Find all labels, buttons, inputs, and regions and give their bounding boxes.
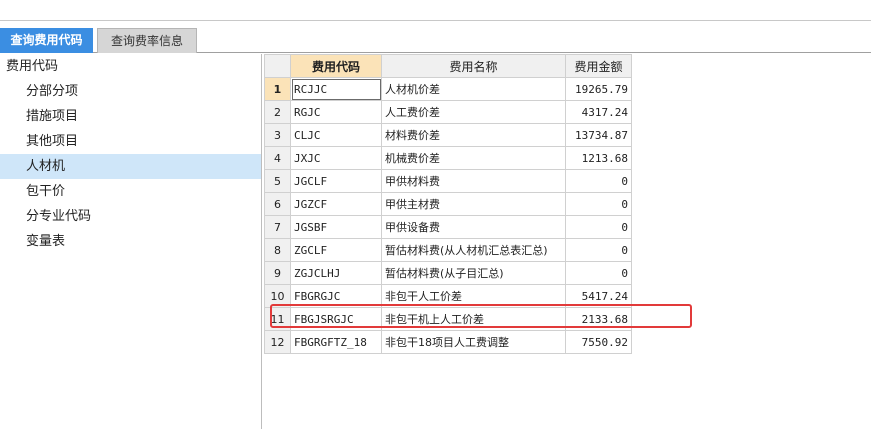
cell-amount[interactable]: 0 — [565, 238, 632, 262]
cell-code[interactable]: CLJC — [290, 123, 382, 147]
row-number: 6 — [264, 192, 291, 216]
table-row[interactable]: 9 ZGJCLHJ 暂估材料费(从子目汇总) 0 — [264, 261, 632, 285]
cell-code[interactable]: JGZCF — [290, 192, 382, 216]
cell-name[interactable]: 机械费价差 — [381, 146, 566, 170]
tree-item-lump-sum-price[interactable]: 包干价 — [0, 179, 261, 204]
table-row[interactable]: 5 JGCLF 甲供材料费 0 — [264, 169, 632, 193]
cell-amount[interactable]: 0 — [565, 192, 632, 216]
cell-code[interactable]: RGJC — [290, 100, 382, 124]
cell-amount[interactable]: 0 — [565, 169, 632, 193]
table-row[interactable]: 1 RCJJC 人材机价差 19265.79 — [264, 77, 632, 101]
tree-item-labor-material-machine[interactable]: 人材机 — [0, 154, 261, 179]
table-row[interactable]: 6 JGZCF 甲供主材费 0 — [264, 192, 632, 216]
cell-amount[interactable]: 2133.68 — [565, 307, 632, 331]
row-number: 3 — [264, 123, 291, 147]
cell-name[interactable]: 人工费价差 — [381, 100, 566, 124]
row-number: 2 — [264, 100, 291, 124]
cell-name[interactable]: 人材机价差 — [381, 77, 566, 101]
tab-query-rate-info[interactable]: 查询费率信息 — [97, 28, 197, 53]
table-row[interactable]: 7 JGSBF 甲供设备费 0 — [264, 215, 632, 239]
tree-item-specialty-code[interactable]: 分专业代码 — [0, 204, 261, 229]
cell-code[interactable]: FBGRGJC — [290, 284, 382, 308]
cell-amount[interactable]: 1213.68 — [565, 146, 632, 170]
cell-code[interactable]: JGSBF — [290, 215, 382, 239]
cell-code[interactable]: FBGJSRGJC — [290, 307, 382, 331]
table-row-highlighted[interactable]: 11 FBGJSRGJC 非包干机上人工价差 2133.68 — [264, 307, 632, 331]
tree-item-variable-table[interactable]: 变量表 — [0, 229, 261, 254]
cell-name[interactable]: 非包干18项目人工费调整 — [381, 330, 566, 354]
row-number: 1 — [264, 77, 291, 101]
row-number: 4 — [264, 146, 291, 170]
grid-header-row: 费用代码 费用名称 费用金额 — [264, 54, 632, 78]
cell-name[interactable]: 非包干人工价差 — [381, 284, 566, 308]
tab-bar: 查询费用代码 查询费率信息 — [0, 27, 871, 53]
cell-amount[interactable]: 13734.87 — [565, 123, 632, 147]
table-row[interactable]: 3 CLJC 材料费价差 13734.87 — [264, 123, 632, 147]
cell-code[interactable]: RCJJC — [290, 77, 382, 101]
cell-amount[interactable]: 4317.24 — [565, 100, 632, 124]
cell-name[interactable]: 甲供设备费 — [381, 215, 566, 239]
row-number: 8 — [264, 238, 291, 262]
cell-code[interactable]: FBGRGFTZ_18 — [290, 330, 382, 354]
fee-code-tree: 费用代码 分部分项 措施项目 其他项目 人材机 包干价 分专业代码 变量表 — [0, 54, 262, 429]
cell-amount[interactable]: 19265.79 — [565, 77, 632, 101]
cell-amount[interactable]: 0 — [565, 261, 632, 285]
cell-code[interactable]: JXJC — [290, 146, 382, 170]
table-row[interactable]: 2 RGJC 人工费价差 4317.24 — [264, 100, 632, 124]
cell-name[interactable]: 甲供主材费 — [381, 192, 566, 216]
cell-name[interactable]: 甲供材料费 — [381, 169, 566, 193]
row-number: 11 — [264, 307, 291, 331]
cell-name[interactable]: 暂估材料费(从子目汇总) — [381, 261, 566, 285]
cell-name[interactable]: 非包干机上人工价差 — [381, 307, 566, 331]
table-row[interactable]: 4 JXJC 机械费价差 1213.68 — [264, 146, 632, 170]
top-strip — [0, 0, 871, 21]
header-fee-code[interactable]: 费用代码 — [290, 54, 382, 78]
tab-query-fee-code[interactable]: 查询费用代码 — [0, 28, 93, 53]
cell-amount[interactable]: 0 — [565, 215, 632, 239]
tree-root-fee-code[interactable]: 费用代码 — [0, 54, 261, 79]
cell-amount[interactable]: 7550.92 — [565, 330, 632, 354]
header-fee-amount[interactable]: 费用金额 — [565, 54, 632, 78]
tree-item-measures[interactable]: 措施项目 — [0, 104, 261, 129]
cell-code[interactable]: ZGJCLHJ — [290, 261, 382, 285]
cell-code[interactable]: ZGCLF — [290, 238, 382, 262]
row-number: 10 — [264, 284, 291, 308]
row-number: 9 — [264, 261, 291, 285]
row-number: 7 — [264, 215, 291, 239]
header-row-number[interactable] — [264, 54, 291, 78]
row-number: 12 — [264, 330, 291, 354]
table-row[interactable]: 12 FBGRGFTZ_18 非包干18项目人工费调整 7550.92 — [264, 330, 632, 354]
cell-name[interactable]: 暂估材料费(从人材机汇总表汇总) — [381, 238, 566, 262]
row-number: 5 — [264, 169, 291, 193]
header-fee-name[interactable]: 费用名称 — [381, 54, 566, 78]
table-row[interactable]: 10 FBGRGJC 非包干人工价差 5417.24 — [264, 284, 632, 308]
table-row[interactable]: 8 ZGCLF 暂估材料费(从人材机汇总表汇总) 0 — [264, 238, 632, 262]
fee-code-grid: 费用代码 费用名称 费用金额 1 RCJJC 人材机价差 19265.79 2 … — [264, 54, 632, 354]
cell-name[interactable]: 材料费价差 — [381, 123, 566, 147]
cell-code[interactable]: JGCLF — [290, 169, 382, 193]
tree-item-sub-items[interactable]: 分部分项 — [0, 79, 261, 104]
tree-item-other-items[interactable]: 其他项目 — [0, 129, 261, 154]
cell-amount[interactable]: 5417.24 — [565, 284, 632, 308]
